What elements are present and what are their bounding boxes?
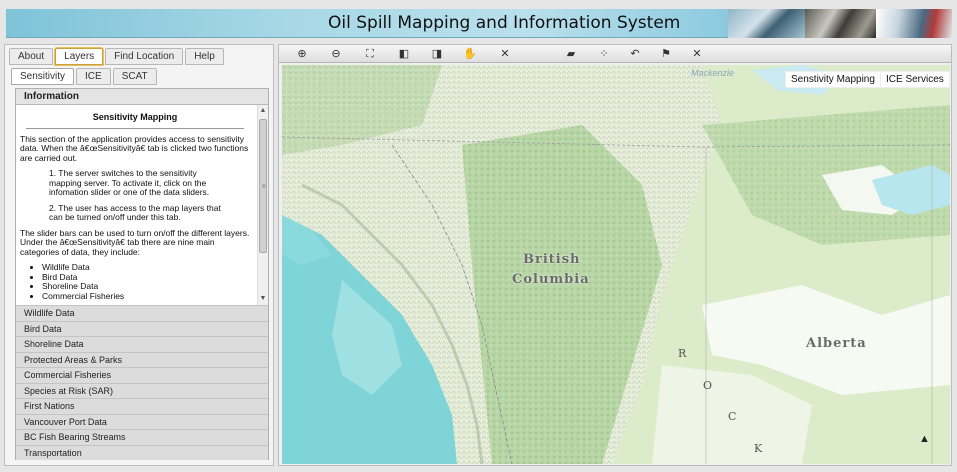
british-columbia-label: British [523, 252, 581, 267]
information-body: Sensitivity Mapping This section of the … [16, 105, 268, 305]
info-step: 1. The server switches to the sensitivit… [49, 168, 210, 197]
map-canvas[interactable]: Mackenzie British Columbia Alberta R O C… [282, 65, 950, 464]
map-panel: ⊕ ⊖ ⛶ ◧ ◨ ✋ ✕ ▰ ⁘ ↶ ⚑ ✕ Mackenzie Britis… [278, 44, 952, 466]
zoom-in-icon[interactable]: ⊕ [295, 47, 309, 61]
app-title: Oil Spill Mapping and Information System [328, 13, 681, 33]
slider-bc-fish-streams[interactable]: BC Fish Bearing Streams [16, 429, 268, 445]
tab-about[interactable]: About [9, 48, 54, 65]
main-tab-bar: About Layers Find Location Help [5, 47, 224, 66]
scroll-thumb[interactable]: ≡ [259, 119, 267, 253]
info-step: 2. The user has access to the map layers… [49, 202, 221, 222]
layer-accordion: Information Sensitivity Mapping This sec… [15, 88, 269, 460]
map-toolbar: ⊕ ⊖ ⛶ ◧ ◨ ✋ ✕ ▰ ⁘ ↶ ⚑ ✕ [279, 45, 951, 63]
full-extent-icon[interactable]: ⛶ [363, 47, 377, 61]
header-banner: Oil Spill Mapping and Information System [6, 9, 952, 38]
scroll-up-icon[interactable]: ▲ [258, 106, 268, 116]
pan-icon[interactable]: ✋ [463, 47, 477, 61]
rocky-label-letter: O [703, 379, 713, 392]
boat-photo [876, 9, 952, 38]
slider-shoreline-data[interactable]: Shoreline Data [16, 336, 268, 352]
info-paragraph: The slider bars can be used to turn on/o… [20, 227, 250, 257]
clear-graphics-icon[interactable]: ✕ [690, 47, 704, 61]
slider-bird-data[interactable]: Bird Data [16, 320, 268, 336]
north-arrow-icon: ▲ [919, 433, 930, 445]
tanker-photo [728, 9, 805, 38]
information-text: Sensitivity Mapping This section of the … [20, 112, 250, 302]
info-scrollbar[interactable]: ▲ ≡ ▼ [257, 105, 268, 305]
slider-species-at-risk[interactable]: Species at Risk (SAR) [16, 382, 268, 398]
slider-wildlife-data[interactable]: Wildlife Data [16, 305, 268, 321]
zoom-out-icon[interactable]: ⊖ [329, 47, 343, 61]
tab-layers[interactable]: Layers [54, 47, 105, 66]
map-basemap [282, 65, 950, 464]
info-list: Wildlife Data Bird Data Shoreline Data C… [42, 262, 250, 302]
tab-scat[interactable]: SCAT [112, 68, 157, 85]
draw-icon[interactable]: ↶ [628, 47, 642, 61]
slider-commercial-fisheries[interactable]: Commercial Fisheries [16, 367, 268, 383]
zoom-previous-icon[interactable]: ◧ [397, 47, 411, 61]
sensitivity-mapping-button[interactable]: Senstivity Mapping [785, 71, 881, 88]
tab-find-location[interactable]: Find Location [105, 48, 184, 65]
alberta-label: Alberta [806, 336, 867, 351]
rocky-label-letter: C [728, 410, 737, 423]
oil-slick-photo [805, 9, 876, 38]
info-heading: Sensitivity Mapping [26, 112, 244, 129]
info-paragraph: This section of the application provides… [20, 133, 249, 163]
slider-vancouver-port[interactable]: Vancouver Port Data [16, 413, 268, 429]
list-item: Commercial Fisheries [42, 291, 250, 302]
rocky-label-letter: K [754, 442, 763, 455]
layers-panel: About Layers Find Location Help Sensitiv… [4, 44, 274, 466]
ice-services-button[interactable]: ICE Services [880, 71, 950, 88]
slider-list: Wildlife Data Bird Data Shoreline Data P… [16, 305, 268, 460]
measure-icon[interactable]: ⁘ [597, 47, 611, 61]
british-columbia-label-line2: Columbia [512, 272, 590, 287]
print-icon[interactable]: ▰ [564, 47, 578, 61]
app-root: Oil Spill Mapping and Information System… [0, 0, 957, 472]
rocky-label-letter: R [678, 347, 687, 360]
tab-ice[interactable]: ICE [76, 68, 111, 85]
tab-sensitivity[interactable]: Sensitivity [11, 68, 75, 85]
slider-transportation[interactable]: Transportation [16, 444, 268, 460]
zoom-next-icon[interactable]: ◨ [430, 47, 444, 61]
sub-tab-bar: Sensitivity ICE SCAT [11, 68, 157, 85]
information-slider[interactable]: Information [16, 89, 268, 105]
clear-icon[interactable]: ✕ [498, 47, 512, 61]
scroll-down-icon[interactable]: ▼ [258, 294, 268, 304]
tab-help[interactable]: Help [185, 48, 224, 65]
mackenzie-label: Mackenzie [691, 68, 735, 78]
slider-protected-areas[interactable]: Protected Areas & Parks [16, 351, 268, 367]
slider-first-nations[interactable]: First Nations [16, 398, 268, 414]
identify-icon[interactable]: ⚑ [659, 47, 673, 61]
